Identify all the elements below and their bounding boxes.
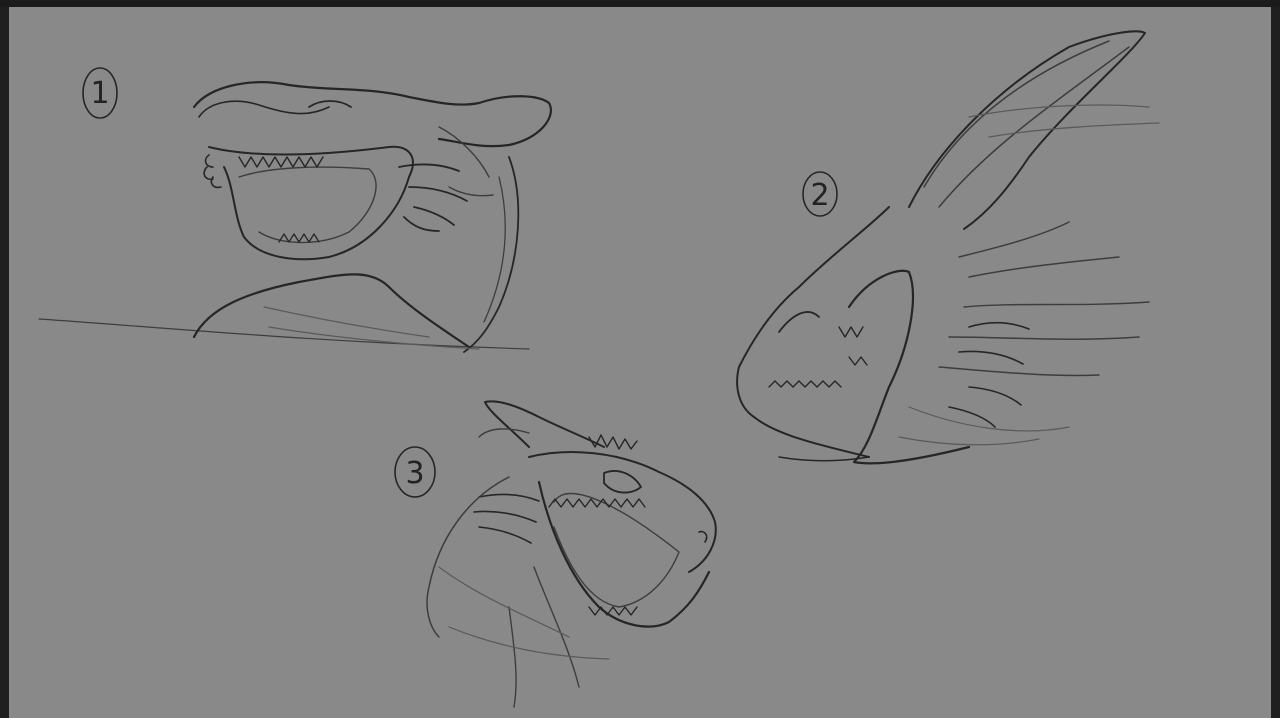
drawing-canvas[interactable]: 1 2 3 — [9, 7, 1271, 718]
svg-text:2: 2 — [810, 178, 829, 213]
sketch-2-number-label: 2 — [802, 171, 838, 217]
svg-text:3: 3 — [405, 456, 424, 491]
top-toolbar-strip — [0, 0, 1280, 7]
sketch-layer: 1 2 3 — [38, 30, 1160, 708]
drawing-app-window: 1 2 3 — [0, 0, 1280, 718]
sketch-1-number-label: 1 — [82, 67, 118, 119]
svg-text:1: 1 — [90, 76, 109, 111]
sketch-2: 2 — [736, 30, 1160, 465]
sketch-3-number-label: 3 — [394, 446, 436, 498]
sketch-3: 3 — [394, 400, 717, 708]
sketch-1: 1 — [38, 67, 552, 353]
right-panel-edge — [1271, 7, 1280, 718]
